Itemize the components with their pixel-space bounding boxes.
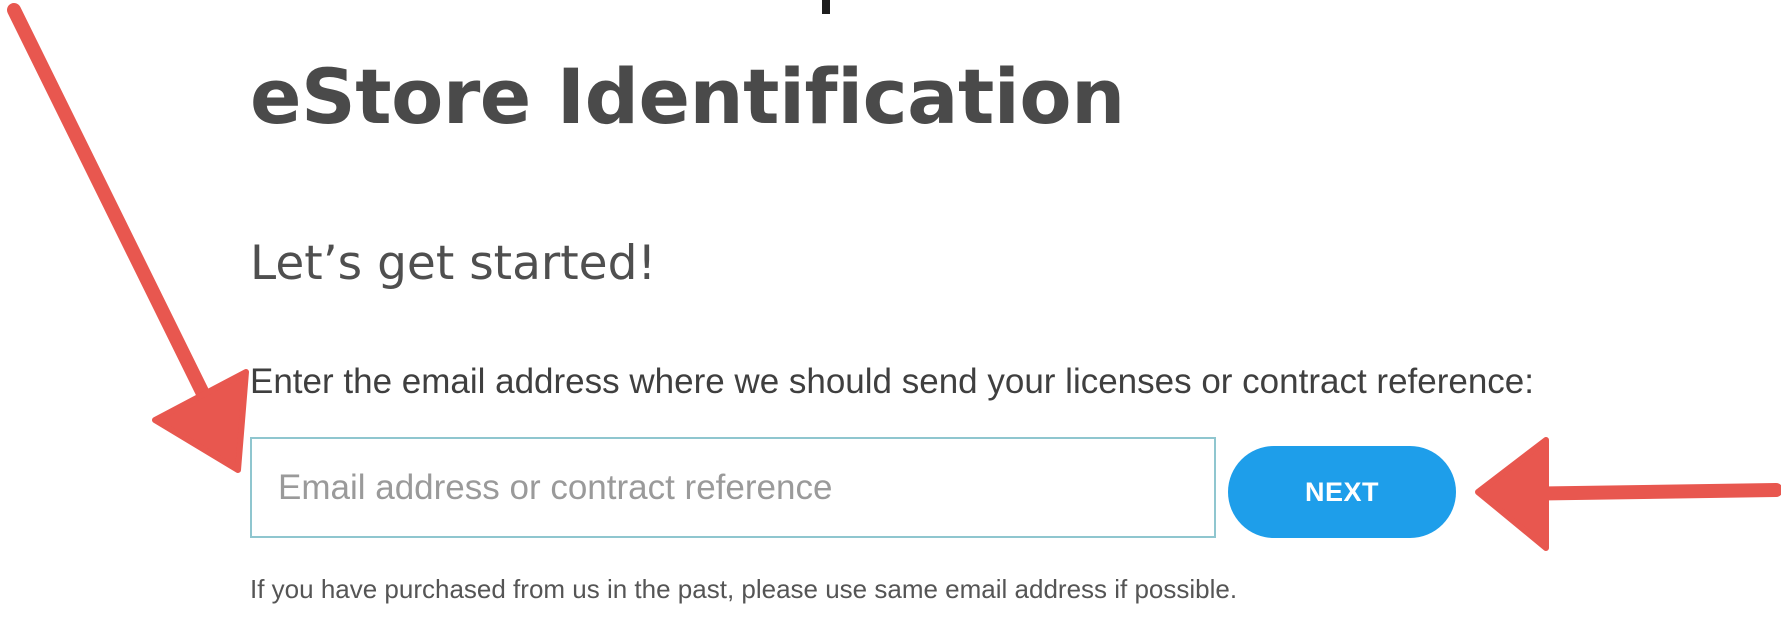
cropped-text-fragment <box>822 0 830 14</box>
email-hint-text: If you have purchased from us in the pas… <box>250 574 1238 604</box>
email-prompt-label: Enter the email address where we should … <box>250 362 1534 401</box>
page-title: eStore Identification <box>250 52 1125 141</box>
arrow-to-email-field-icon <box>7 3 249 473</box>
email-field[interactable] <box>250 437 1216 538</box>
next-button[interactable]: NEXT <box>1228 446 1456 538</box>
arrow-to-next-button-icon <box>1475 437 1781 551</box>
page-subtitle: Let’s get started! <box>250 236 657 291</box>
